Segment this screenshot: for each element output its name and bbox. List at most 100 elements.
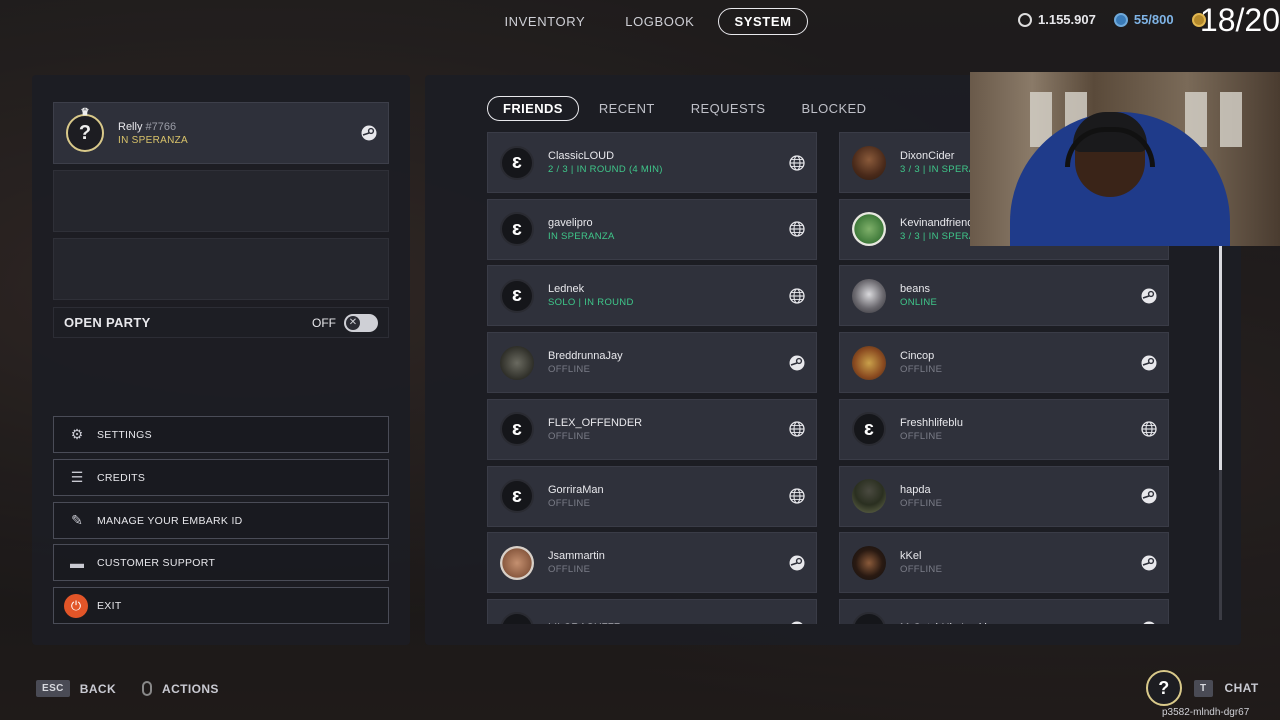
tab-friends[interactable]: FRIENDS bbox=[487, 96, 579, 121]
steam-icon bbox=[1141, 621, 1157, 624]
friend-card[interactable]: BreddrunnaJay OFFLINE bbox=[487, 332, 817, 394]
friend-card[interactable]: ɛ Lednek SOLO | IN ROUND bbox=[487, 265, 817, 327]
list-icon: ☰ bbox=[70, 469, 84, 485]
friend-card[interactable]: hapda OFFLINE bbox=[839, 465, 1169, 527]
friend-name: ClassicLOUD bbox=[548, 150, 615, 162]
friend-card[interactable]: Cincop OFFLINE bbox=[839, 332, 1169, 394]
player-avatar-small: ? bbox=[1146, 670, 1182, 706]
chat-control[interactable]: ? T CHAT bbox=[1146, 670, 1259, 706]
tab-requests[interactable]: REQUESTS bbox=[675, 96, 782, 121]
session-code: p3582-mlndh-dgr67 bbox=[1162, 707, 1250, 718]
manage-embark-id-label: MANAGE YOUR EMBARK ID bbox=[97, 514, 243, 527]
friend-name: hapda bbox=[900, 483, 931, 496]
player-avatar: ♛? bbox=[66, 107, 104, 152]
embark-logo-icon: ɛ bbox=[500, 212, 534, 247]
tab-inventory[interactable]: INVENTORY bbox=[488, 8, 601, 35]
friend-card[interactable]: ɛ ClassicLOUD 2 / 3 | IN ROUND (4 MIN) bbox=[487, 132, 817, 193]
steam-icon bbox=[1141, 488, 1157, 504]
friend-name: Jsammartin bbox=[548, 550, 605, 563]
steam-icon bbox=[789, 555, 805, 571]
friends-tabs: FRIENDS RECENT REQUESTS BLOCKED bbox=[487, 96, 882, 121]
close-icon: ✕ bbox=[346, 315, 360, 330]
friend-name: BreddrunnaJay bbox=[548, 350, 623, 363]
tab-logbook[interactable]: LOGBOOK bbox=[609, 8, 710, 35]
embark-logo-icon: ɛ bbox=[500, 278, 534, 313]
friend-avatar bbox=[852, 145, 886, 180]
party-panel: ♛? Relly #7766 IN SPERANZA OPEN PARTY OF… bbox=[32, 75, 410, 645]
friend-status: IN SPERANZA bbox=[548, 230, 615, 242]
exit-label: EXIT bbox=[97, 599, 122, 612]
player-card[interactable]: ♛? Relly #7766 IN SPERANZA bbox=[53, 102, 389, 164]
tickets-currency: 55/800 bbox=[1113, 12, 1174, 27]
party-slot-empty[interactable] bbox=[53, 238, 389, 300]
friend-status: OFFLINE bbox=[900, 364, 943, 376]
friend-status: OFFLINE bbox=[900, 497, 943, 509]
globe-icon bbox=[789, 421, 805, 437]
embark-logo-icon: ɛ bbox=[500, 479, 534, 513]
player-status: IN SPERANZA bbox=[118, 134, 188, 146]
friend-name: Freshhlifeblu bbox=[900, 416, 963, 429]
friend-avatar bbox=[852, 345, 886, 380]
friend-avatar bbox=[852, 212, 886, 247]
friend-avatar bbox=[500, 545, 534, 580]
t-key: T bbox=[1194, 679, 1213, 697]
tab-recent[interactable]: RECENT bbox=[583, 96, 671, 121]
steam-icon bbox=[1141, 355, 1157, 371]
gear-icon: ⚙ bbox=[70, 426, 84, 442]
friend-status: 2 / 3 | IN ROUND (4 MIN) bbox=[548, 164, 663, 175]
tab-system[interactable]: SYSTEM bbox=[718, 8, 808, 35]
player-name: Relly #7766 bbox=[118, 121, 361, 133]
friend-name: GorriraMan bbox=[548, 483, 604, 496]
chat-bubble-icon: ▬ bbox=[70, 554, 84, 571]
customer-support-label: CUSTOMER SUPPORT bbox=[97, 556, 216, 569]
friend-card[interactable]: kKel OFFLINE bbox=[839, 532, 1169, 594]
friend-card[interactable]: ɛ gavelipro IN SPERANZA bbox=[487, 198, 817, 260]
friend-name: beans bbox=[900, 283, 930, 296]
edit-icon: ✎ bbox=[71, 512, 83, 528]
friend-name: LILCRASH777 bbox=[548, 622, 789, 624]
friend-avatar bbox=[852, 545, 886, 580]
ticket-icon bbox=[1113, 12, 1128, 27]
globe-icon bbox=[789, 154, 805, 171]
friend-avatar bbox=[852, 479, 886, 513]
steam-icon bbox=[789, 621, 805, 624]
credits-amount: 1.155.907 bbox=[1038, 12, 1096, 27]
esc-key: ESC bbox=[36, 680, 70, 697]
friend-avatar bbox=[852, 278, 886, 313]
steam-icon bbox=[789, 355, 805, 371]
friend-status: OFFLINE bbox=[548, 430, 591, 442]
customer-support-button[interactable]: ▬ CUSTOMER SUPPORT bbox=[53, 544, 389, 581]
credits-button[interactable]: ☰ CREDITS bbox=[53, 459, 389, 496]
webcam-overlay bbox=[970, 72, 1280, 246]
actions-button[interactable]: ACTIONS bbox=[162, 682, 219, 696]
friend-card[interactable]: ɛ MrCatchHimLackin bbox=[839, 598, 1169, 624]
globe-icon bbox=[789, 221, 805, 237]
manage-embark-id-button[interactable]: ✎ MANAGE YOUR EMBARK ID bbox=[53, 502, 389, 539]
embark-logo-icon: ɛ bbox=[500, 612, 534, 624]
settings-label: SETTINGS bbox=[97, 428, 152, 441]
scrollbar-thumb[interactable] bbox=[1219, 240, 1222, 470]
credits-label: CREDITS bbox=[97, 471, 146, 484]
friend-card[interactable]: beans ONLINE bbox=[839, 265, 1169, 327]
open-party-row: OPEN PARTY OFF ✕ bbox=[53, 307, 389, 338]
friend-card[interactable]: ɛ LILCRASH777 bbox=[487, 598, 817, 624]
player-name-text: Relly bbox=[118, 120, 143, 133]
party-slot-empty[interactable] bbox=[53, 170, 389, 232]
friend-name: Lednek bbox=[548, 283, 585, 296]
tickets-amount: 55/800 bbox=[1133, 12, 1174, 27]
friend-card[interactable]: ɛ GorriraMan OFFLINE bbox=[487, 465, 817, 527]
back-button[interactable]: BACK bbox=[80, 682, 116, 696]
tab-blocked[interactable]: BLOCKED bbox=[785, 96, 882, 121]
exit-button[interactable]: ⏻ EXIT bbox=[53, 587, 389, 624]
friend-card[interactable]: Jsammartin OFFLINE bbox=[487, 532, 817, 594]
friend-status: SOLO | IN ROUND bbox=[548, 297, 634, 309]
settings-button[interactable]: ⚙ SETTINGS bbox=[53, 416, 389, 453]
embark-logo-icon: ɛ bbox=[500, 145, 534, 180]
mouse-icon bbox=[142, 681, 153, 696]
friend-card[interactable]: ɛ Freshhlifeblu OFFLINE bbox=[839, 398, 1169, 460]
open-party-toggle[interactable]: ✕ bbox=[344, 313, 378, 332]
player-tag: #7766 bbox=[145, 120, 177, 133]
open-party-state: OFF bbox=[312, 315, 336, 330]
embark-logo-icon: ɛ bbox=[852, 412, 886, 447]
friend-card[interactable]: ɛ FLEX_OFFENDER OFFLINE bbox=[487, 398, 817, 460]
